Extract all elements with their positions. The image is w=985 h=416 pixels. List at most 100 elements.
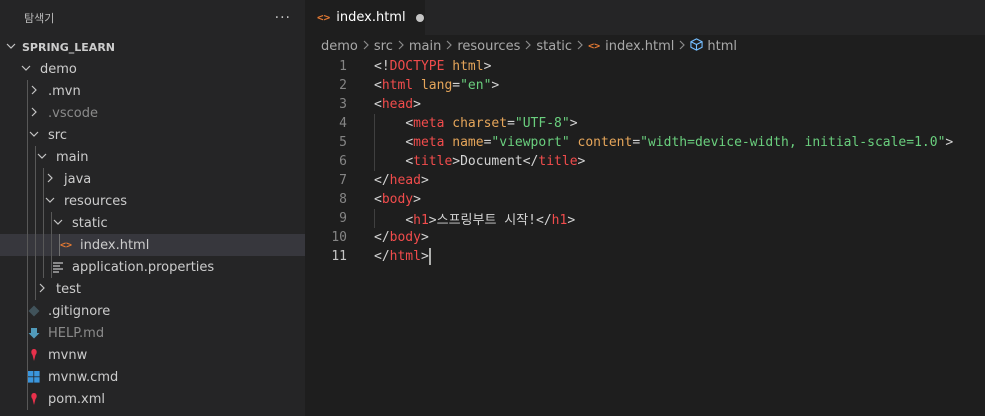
unsaved-dot-icon[interactable] [415, 13, 424, 22]
indent-guide [27, 102, 28, 124]
indent-guide [43, 256, 44, 278]
chevron-right-icon [26, 85, 42, 98]
chevron-down-icon [18, 63, 34, 76]
tree-item-label: mvnw [48, 347, 88, 363]
chevron-down-icon [50, 217, 66, 230]
code-line[interactable]: 8 <body> [305, 190, 985, 209]
properties-file-icon [50, 259, 66, 275]
tree-item[interactable]: main [0, 146, 305, 168]
tab-label: index.html [336, 10, 406, 25]
cube-icon [690, 38, 704, 54]
tree-item[interactable]: application.properties [0, 256, 305, 278]
maven-file-icon [26, 391, 42, 407]
tree-item-label: mvnw.cmd [48, 369, 119, 385]
indent-guide [27, 146, 28, 168]
breadcrumb-file[interactable]: index.html [605, 39, 674, 54]
indent-guide [43, 212, 44, 234]
tree-item[interactable]: mvnw [0, 344, 305, 366]
tree-item[interactable]: demo [0, 58, 305, 80]
tree-item[interactable]: resources [0, 190, 305, 212]
indent-guide [27, 388, 28, 410]
tree-item-label: static [72, 215, 108, 231]
tree-item-label: main [56, 149, 89, 165]
tree-item[interactable]: .vscode [0, 102, 305, 124]
tree-item[interactable]: mvnw.cmd [0, 366, 305, 388]
indent-guide [27, 366, 28, 388]
chevron-down-icon [26, 129, 42, 142]
breadcrumb-resources[interactable]: resources [457, 39, 520, 54]
tree-item-label: java [64, 171, 92, 187]
tree-item-label: resources [64, 193, 128, 209]
tree-item-label: pom.xml [48, 391, 105, 407]
maven-file-icon [26, 347, 42, 363]
chevron-right-icon [42, 173, 58, 186]
code-line[interactable]: 10 </body> [305, 228, 985, 247]
code-line[interactable]: 9 <h1>스프링부트 시작!</h1> [305, 209, 985, 228]
code-line[interactable]: 3 <head> [305, 95, 985, 114]
tree-item[interactable]: HELP.md [0, 322, 305, 344]
breadcrumb-src[interactable]: src [374, 39, 393, 54]
indent-guide [35, 190, 36, 212]
indent-guide [27, 168, 28, 190]
tree-item[interactable]: static [0, 212, 305, 234]
more-actions-icon[interactable]: ··· [275, 10, 291, 26]
code-line[interactable]: 5 <meta name="viewport" content="width=d… [305, 133, 985, 152]
indent-guide [59, 234, 60, 256]
chevron-right-icon [34, 283, 50, 296]
line-number: 9 [339, 211, 347, 226]
chevron-down-icon [34, 151, 50, 164]
chevron-down-icon [42, 195, 58, 208]
indent-guide [51, 256, 52, 278]
tree-item[interactable]: pom.xml [0, 388, 305, 410]
indent-guide [35, 256, 36, 278]
tree-item[interactable]: .gitignore [0, 300, 305, 322]
breadcrumb-static[interactable]: static [536, 39, 572, 54]
indent-guide [43, 168, 44, 190]
indent-guide [27, 322, 28, 344]
indent-guide [27, 190, 28, 212]
indent-guide [27, 278, 28, 300]
explorer-sidebar: 탐색기 ··· SPRING_LEARN demo .mvn .vscode src m… [0, 0, 305, 416]
code-line[interactable]: 1 <!DOCTYPE html> [305, 57, 985, 76]
tree-item[interactable]: .mvn [0, 80, 305, 102]
code-line[interactable]: 4 <meta charset="UTF-8"> [305, 114, 985, 133]
chevron-right-icon [362, 40, 370, 53]
workspace-name: SPRING_LEARN [22, 40, 115, 54]
breadcrumb: demo src main resources static <> index.… [305, 35, 985, 57]
explorer-header: 탐색기 ··· [0, 0, 305, 36]
breadcrumb-symbol[interactable]: html [707, 39, 737, 54]
line-number: 5 [339, 135, 347, 150]
code-line[interactable]: 2 <html lang="en"> [305, 76, 985, 95]
chevron-right-icon [524, 40, 532, 53]
tree-item-label: .mvn [48, 83, 81, 99]
tree-item[interactable]: java [0, 168, 305, 190]
indent-guide [43, 234, 44, 256]
indent-guide [27, 124, 28, 146]
html-file-icon: <> [59, 239, 73, 251]
tree-item[interactable]: src [0, 124, 305, 146]
chevron-right-icon [445, 40, 453, 53]
chevron-right-icon [576, 40, 584, 53]
line-number: 11 [331, 249, 347, 264]
tree-item-label: .vscode [48, 105, 98, 121]
code-line[interactable]: 6 <title>Document</title> [305, 152, 985, 171]
code-editor[interactable]: 1 <!DOCTYPE html> 2 <html lang="en"> 3 <… [305, 57, 985, 266]
tree-item[interactable]: test [0, 278, 305, 300]
indent-guide [51, 234, 52, 256]
indent-guide [35, 212, 36, 234]
tree-item-label: test [56, 281, 81, 297]
code-line[interactable]: 7 </head> [305, 171, 985, 190]
git-file-icon [26, 303, 42, 319]
tree-item[interactable]: <> index.html [0, 234, 305, 256]
indent-guide [27, 234, 28, 256]
tab-index-html[interactable]: <> index.html [305, 0, 425, 35]
indent-guide [27, 344, 28, 366]
breadcrumb-main[interactable]: main [409, 39, 441, 54]
workspace-section-header[interactable]: SPRING_LEARN [0, 36, 305, 58]
breadcrumb-demo[interactable]: demo [321, 39, 358, 54]
tab-bar: <> index.html [305, 0, 985, 35]
html-file-icon: <> [317, 11, 331, 24]
code-line-current[interactable]: 11 </html> [305, 247, 985, 266]
tree-item-label: HELP.md [48, 325, 105, 341]
editor-area: <> index.html demo src main resources st… [305, 0, 985, 416]
